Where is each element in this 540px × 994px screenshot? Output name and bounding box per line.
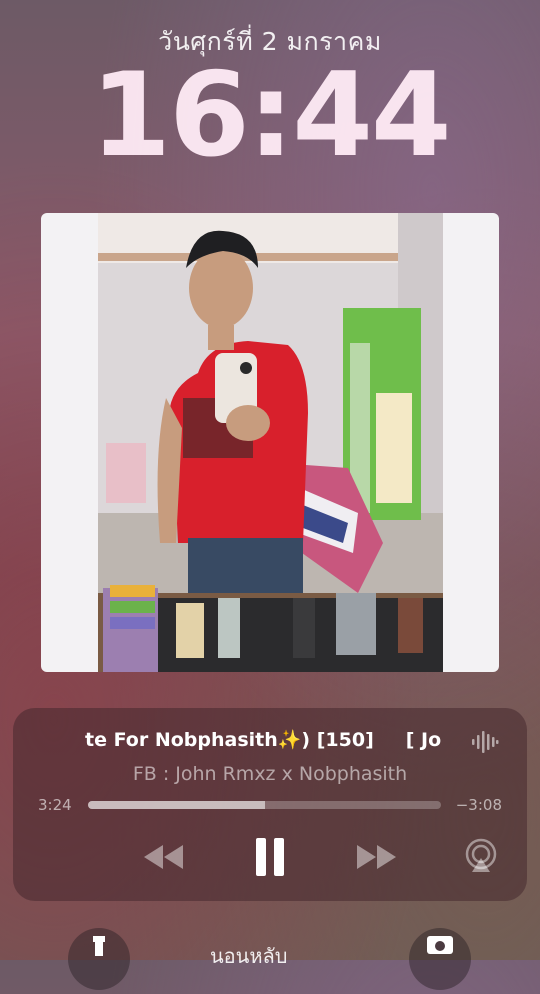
song-title-repeat: [ Jo: [405, 729, 442, 751]
album-artwork: [41, 213, 499, 672]
elapsed-time: 3:24: [38, 796, 72, 814]
song-title: te For Nobphasith✨) [150]: [85, 729, 374, 751]
artwork-photo: [98, 213, 443, 672]
flashlight-button[interactable]: [68, 928, 130, 990]
camera-button[interactable]: [409, 928, 471, 990]
remaining-time: −3:08: [455, 796, 502, 814]
artist-name: FB : John Rmxz x Nobphasith: [132, 763, 408, 785]
waveform-icon: [472, 731, 499, 753]
lock-clock: 16:44: [90, 48, 451, 183]
fast-forward-icon[interactable]: [355, 842, 399, 872]
rewind-icon[interactable]: [141, 842, 185, 872]
sleep-mode-label[interactable]: นอนหลับ: [210, 940, 288, 972]
flashlight-icon: [93, 936, 105, 956]
playback-scrubber[interactable]: [88, 801, 441, 809]
now-playing-widget[interactable]: te For Nobphasith✨) [150] [ Jo FB : John …: [13, 708, 527, 901]
playback-progress-fill: [88, 801, 265, 809]
song-title-marquee: te For Nobphasith✨) [150] [ Jo: [13, 728, 458, 758]
airplay-icon[interactable]: [463, 838, 499, 874]
pause-icon[interactable]: [253, 836, 287, 878]
camera-icon: [427, 936, 453, 954]
